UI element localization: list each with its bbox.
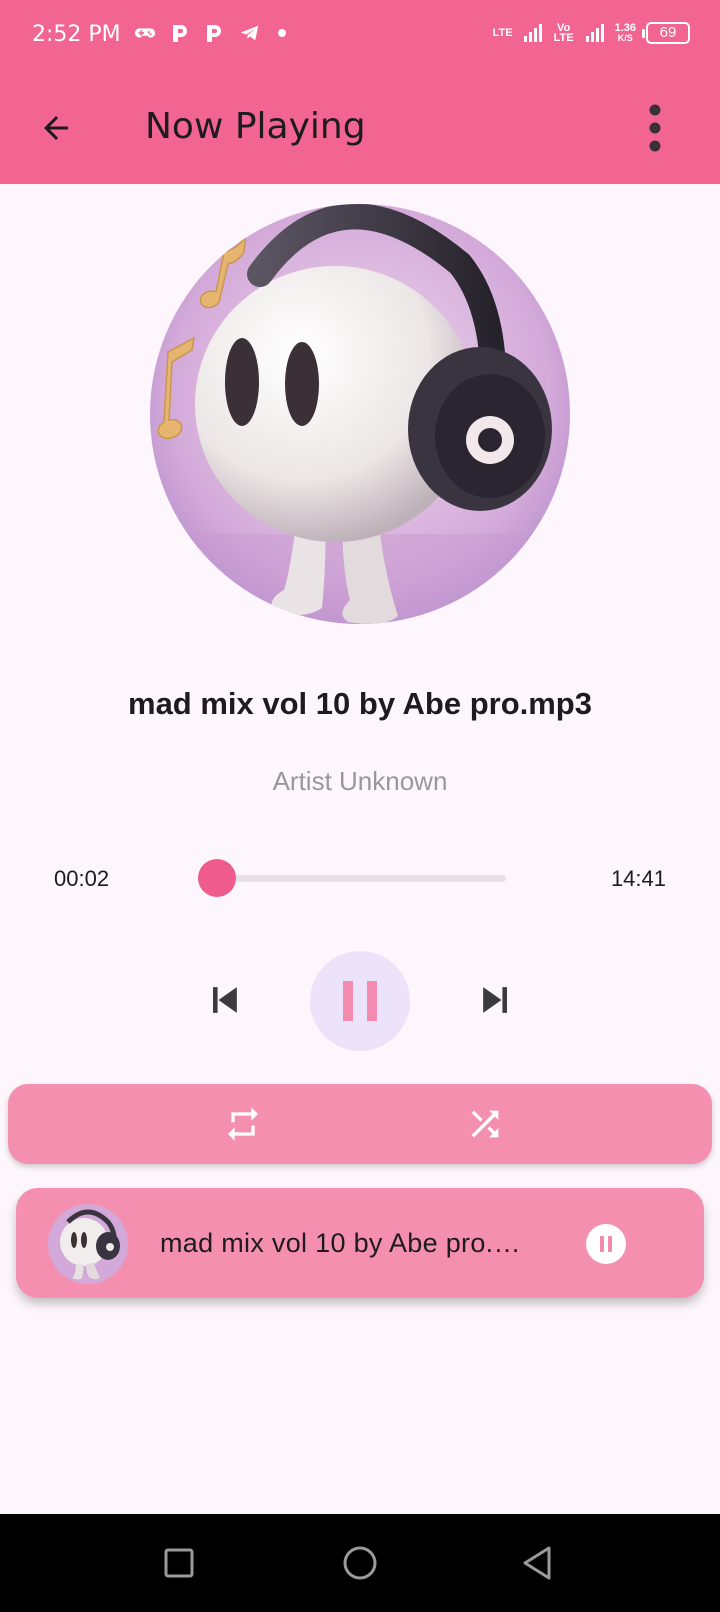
circle-icon — [343, 1546, 377, 1580]
network-type-2: Vo LTE — [553, 22, 574, 44]
notification-icons — [134, 22, 288, 44]
seek-thumb[interactable] — [197, 859, 236, 897]
app-bar: Now Playing — [0, 72, 720, 184]
previous-button[interactable] — [196, 968, 252, 1032]
repeat-icon — [228, 1107, 258, 1141]
back-button[interactable] — [26, 98, 86, 158]
arrow-back-icon — [44, 116, 68, 140]
back-nav-button[interactable] — [512, 1538, 562, 1588]
p-app-icon-2 — [207, 25, 221, 42]
recents-button[interactable] — [154, 1538, 204, 1588]
album-art — [150, 204, 570, 624]
repeat-button[interactable] — [218, 1100, 268, 1148]
network-type-1: LTE — [492, 27, 513, 39]
gamepad-icon — [134, 28, 156, 38]
square-icon — [164, 1548, 194, 1578]
artist-name: Artist Unknown — [272, 766, 448, 796]
dot-icon — [278, 29, 286, 37]
status-bar: 2:52 PM LTE Vo LTE 1.36 K/S 69 — [0, 0, 720, 72]
pause-icon — [343, 981, 377, 1021]
mini-player[interactable]: mad mix vol 10 by Abe pro.mp3 — [16, 1188, 704, 1298]
page-title: Now Playing — [145, 106, 366, 147]
signal-icon-2 — [585, 24, 604, 42]
top-app-region: 2:52 PM LTE Vo LTE 1.36 K/S 69 Now Playi… — [0, 0, 720, 184]
system-icons: LTE Vo LTE 1.36 K/S 69 — [493, 22, 690, 44]
next-button[interactable] — [468, 968, 524, 1032]
system-navigation-bar — [0, 1514, 720, 1612]
skip-previous-icon — [213, 987, 237, 1013]
seek-track — [216, 875, 506, 882]
more-vert-icon — [649, 104, 661, 152]
mini-player-title: mad mix vol 10 by Abe pro.mp3 — [160, 1228, 534, 1258]
playback-mode-bar — [8, 1084, 712, 1164]
status-time: 2:52 PM — [32, 22, 121, 47]
signal-icon — [523, 24, 542, 42]
p-app-icon — [173, 25, 187, 42]
skip-next-icon — [483, 987, 507, 1013]
battery-icon: 69 — [642, 22, 690, 44]
speed-unit: K/S — [617, 33, 633, 43]
play-pause-button[interactable] — [310, 951, 410, 1051]
network-speed: 1.36 K/S — [614, 22, 636, 44]
more-options-button[interactable] — [630, 100, 680, 156]
elapsed-time: 00:02 — [54, 866, 110, 891]
telegram-icon — [240, 25, 259, 41]
song-title: mad mix vol 10 by Abe pro.mp3 — [128, 686, 592, 721]
pause-icon — [600, 1236, 612, 1252]
home-button[interactable] — [335, 1538, 385, 1588]
mini-player-pause-button[interactable] — [586, 1224, 626, 1264]
seek-slider[interactable] — [196, 858, 506, 898]
shuffle-icon — [471, 1110, 499, 1138]
mini-player-artwork — [48, 1204, 128, 1284]
triangle-back-icon — [523, 1546, 551, 1580]
speed-value: 1.36 — [614, 22, 636, 34]
total-duration: 14:41 — [610, 866, 666, 891]
shuffle-button[interactable] — [460, 1100, 510, 1148]
